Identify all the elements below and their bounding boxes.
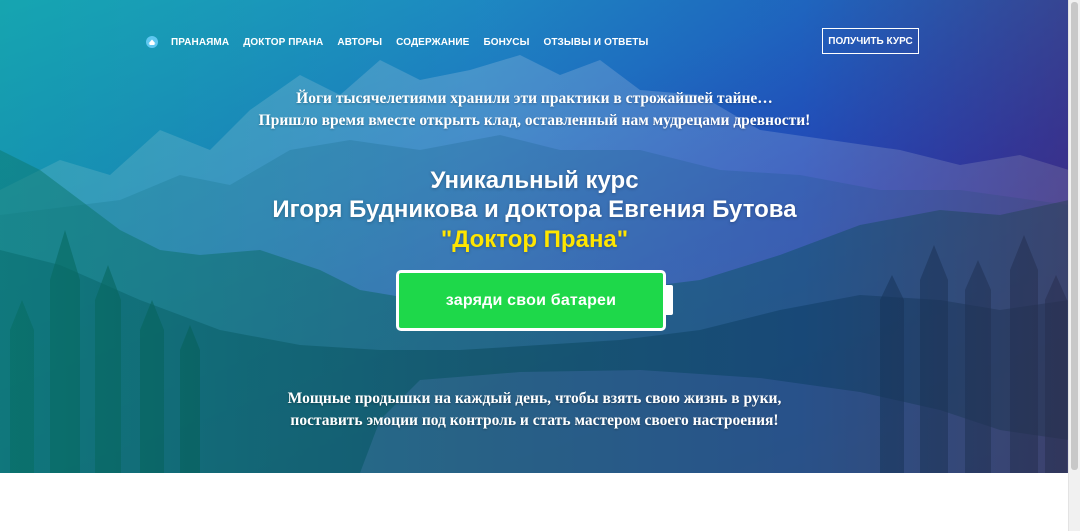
scrollbar-thumb[interactable] bbox=[1071, 2, 1078, 470]
intro-line: Йоги тысячелетиями хранили эти практики … bbox=[296, 90, 773, 107]
intro-line: Пришло время вместе открыть клад, оставл… bbox=[258, 112, 811, 129]
bottom-text: Мощные продышки на каждый день, чтобы вз… bbox=[0, 388, 1069, 432]
headline-line-2: Игоря Будникова и доктора Евгения Бутова bbox=[272, 196, 797, 223]
charge-battery-button[interactable]: заряди свои батареи bbox=[396, 270, 666, 331]
bottom-line: поставить эмоции под контроль и стать ма… bbox=[290, 412, 779, 429]
nav-item-bonuses[interactable]: БОНУСЫ bbox=[483, 37, 529, 48]
course-title: "Доктор Прана" bbox=[440, 226, 629, 253]
battery-tip-icon bbox=[666, 285, 673, 315]
nav-item-doctor-prana[interactable]: ДОКТОР ПРАНА bbox=[243, 37, 323, 48]
home-cloud-icon[interactable] bbox=[146, 36, 158, 48]
intro-text: Йоги тысячелетиями хранили эти практики … bbox=[0, 88, 1069, 132]
get-course-button[interactable]: ПОЛУЧИТЬ КУРС bbox=[822, 28, 919, 54]
main-navigation: ПРАНАЯМА ДОКТОР ПРАНА АВТОРЫ СОДЕРЖАНИЕ … bbox=[146, 34, 662, 50]
nav-item-contents[interactable]: СОДЕРЖАНИЕ bbox=[396, 37, 469, 48]
page-scrollbar[interactable] bbox=[1068, 0, 1080, 531]
nav-item-pranayama[interactable]: ПРАНАЯМА bbox=[171, 37, 229, 48]
nav-item-authors[interactable]: АВТОРЫ bbox=[337, 37, 382, 48]
headline-line-1: Уникальный курс bbox=[430, 167, 639, 194]
battery-button-label: заряди свои батареи bbox=[445, 291, 617, 309]
bottom-line: Мощные продышки на каждый день, чтобы вз… bbox=[287, 390, 782, 407]
nav-item-reviews[interactable]: ОТЗЫВЫ И ОТВЕТЫ bbox=[543, 37, 648, 48]
